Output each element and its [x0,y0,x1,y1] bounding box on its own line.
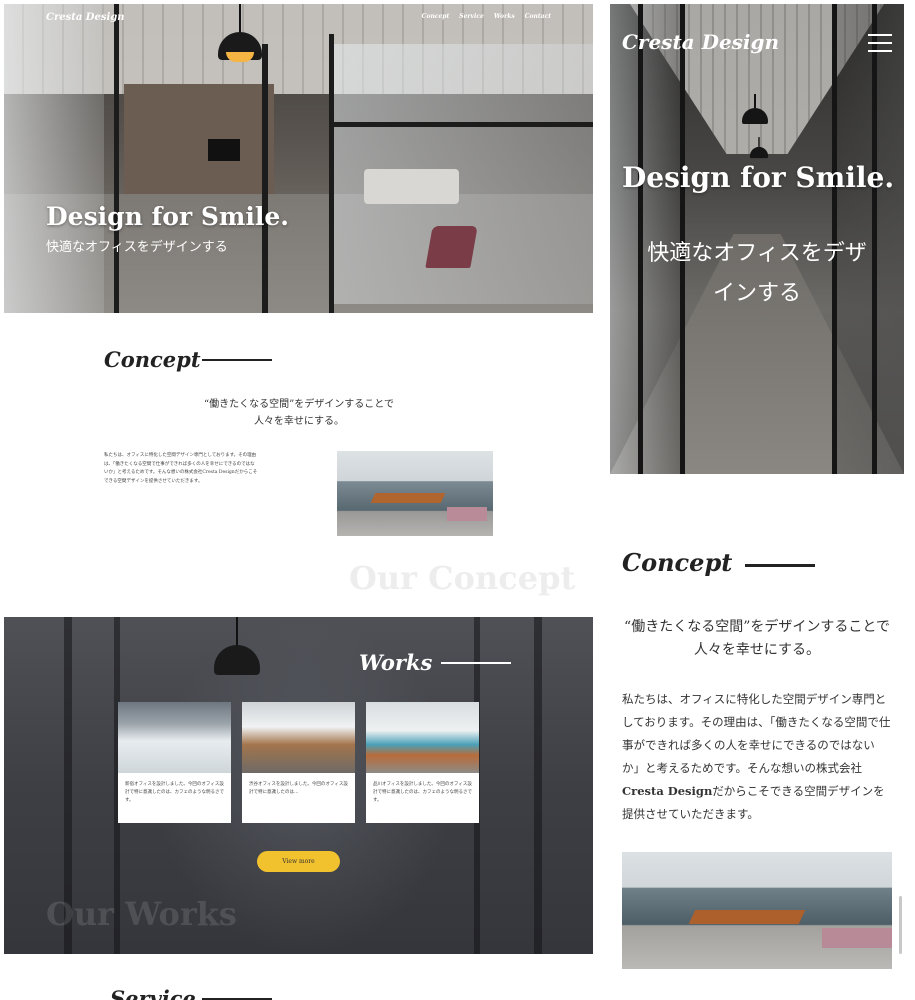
desktop-service-heading: Service [110,986,196,1000]
mobile-concept-heading: Concept [622,548,733,577]
nav-item-concept[interactable]: Concept [422,13,450,20]
concept-lead-line-1: “働きたくなる空間”をデザインすることで [204,399,394,410]
mobile-hero: Cresta Design Design for Smile. 快適なオフィスを… [610,4,904,474]
desktop-concept-watermark: Our Concept [349,559,576,597]
mobile-scrollbar[interactable] [899,896,902,954]
hero-frame-bar [329,34,334,313]
mobile-concept-heading-rule [745,564,815,567]
nav-item-contact[interactable]: Contact [525,13,551,20]
hero-frame-bar [114,4,119,313]
desktop-hero-subtitle: 快適なオフィスをデザインする [46,240,228,255]
mobile-concept-photo [622,852,892,969]
mobile-logo[interactable]: Cresta Design [622,30,779,54]
desktop-works-section: Works 新宿オフィスを設計しました。今回のオフィス設計で特に意識したのは、カ… [4,617,593,954]
desktop-nav: Concept Service Works Contact [422,13,551,20]
hero-back-wall-graphic [124,84,274,194]
mobile-concept-body-brand: Cresta Design [622,784,713,798]
hero-tv-graphic [208,139,240,161]
works-heading-rule [441,662,511,664]
works-card[interactable]: 渋谷オフィスを設計しました。今回のオフィス設計で特に意識したのは… [242,702,355,823]
mobile-concept-body: 私たちは、オフィスに特化した空間デザイン専門としております。その理由は、「働きた… [622,688,892,826]
mobile-concept-lead: “働きたくなる空間”をデザインすることで 人々を幸せにする。 [624,619,890,658]
view-more-button[interactable]: View more [257,851,340,872]
works-card-text: 品川オフィスを設計しました。今回のオフィス設計で特に意識したのは、カフェのような… [373,782,472,803]
desktop-concept-body: 私たちは、オフィスに特化した空間デザイン専門としております。その理由は、「働きた… [104,453,258,484]
works-card-text: 渋谷オフィスを設計しました。今回のオフィス設計で特に意識したのは… [249,782,348,795]
desktop-preview: Cresta Design Concept Service Works Cont… [4,4,593,1000]
hero-window-graphic [4,4,104,313]
desktop-logo[interactable]: Cresta Design [46,12,125,23]
works-card-image [118,702,231,773]
concept-lead-line-2: 人々を幸せにする。 [253,416,345,427]
desktop-hero: Cresta Design Concept Service Works Cont… [4,4,593,313]
mobile-hero-title: Design for Smile. [622,161,895,194]
desktop-hero-title: Design for Smile. [46,202,289,231]
works-frame-bar [534,617,542,954]
works-card[interactable]: 新宿オフィスを設計しました。今回のオフィス設計で特に意識したのは、カフェのような… [118,702,231,823]
mobile-pendant-lamp-icon [742,94,768,128]
mobile-preview: Cresta Design Design for Smile. 快適なオフィスを… [610,4,904,1000]
mobile-pendant-lamp-icon [749,137,769,161]
hamburger-icon[interactable] [868,34,892,52]
works-card-image [242,702,355,773]
works-card-image [366,702,479,773]
nav-item-service[interactable]: Service [459,13,484,20]
works-pendant-lamp-icon [214,617,260,679]
concept-heading-rule [202,359,272,361]
desktop-concept-photo [337,451,493,536]
hero-frame-bar [262,44,268,313]
desktop-concept-lead: “働きたくなる空間”をデザインすることで 人々を幸せにする。 [189,396,409,430]
desktop-concept-heading: Concept [104,347,201,372]
hero-sofa-graphic [364,169,459,204]
desktop-works-watermark: Our Works [46,895,237,933]
mobile-concept-body-pre: 私たちは、オフィスに特化した空間デザイン専門としております。その理由は、「働きた… [622,692,891,775]
mobile-hero-subtitle: 快適なオフィスをデザインする [647,241,867,306]
hero-pendant-lamp-icon [218,4,262,62]
works-card-text: 新宿オフィスを設計しました。今回のオフィス設計で特に意識したのは、カフェのような… [125,782,224,803]
hero-chair-graphic [425,226,478,268]
desktop-works-heading: Works [359,650,433,675]
hero-frame-bar [329,122,593,127]
nav-item-works[interactable]: Works [494,13,515,20]
works-card[interactable]: 品川オフィスを設計しました。今回のオフィス設計で特に意識したのは、カフェのような… [366,702,479,823]
